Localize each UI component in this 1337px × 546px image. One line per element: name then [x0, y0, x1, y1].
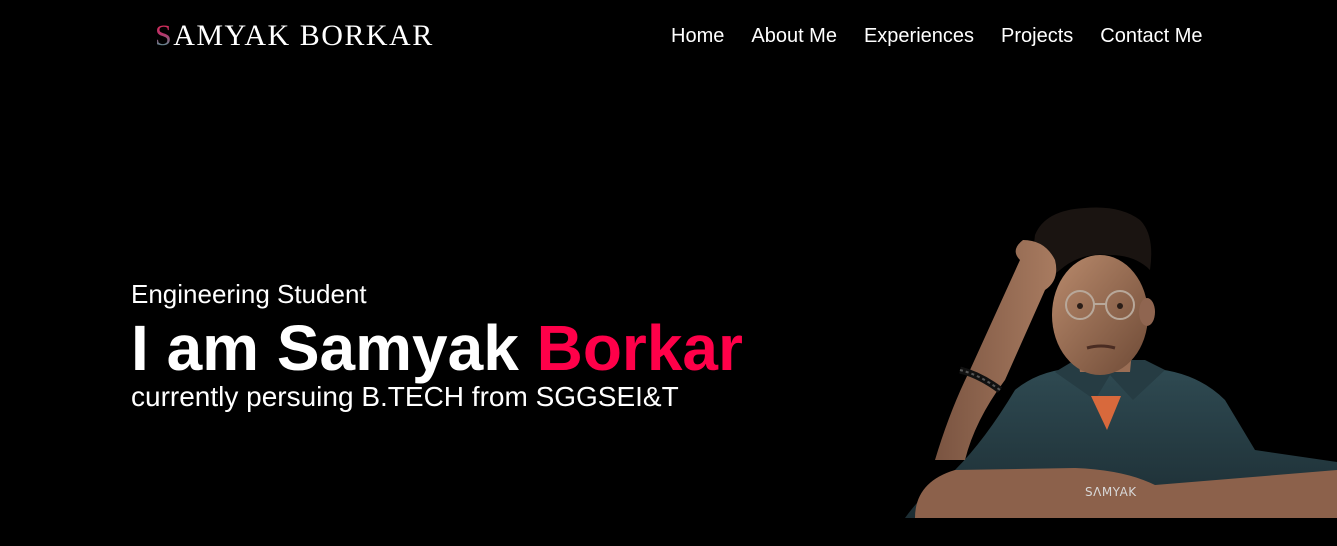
hero-section: Engineering Student I am Samyak Borkar c… [131, 278, 743, 414]
main-nav: Home About Me Experiences Projects Conta… [671, 24, 1203, 48]
photo-watermark: SΛMYAK [1085, 485, 1137, 499]
logo-initial: S [155, 19, 174, 52]
hero-description: currently persuing B.TECH from SGGSEI&T [131, 381, 679, 412]
logo-text: AMYAK BORKAR [173, 19, 434, 52]
hero-title-prefix: I am Samyak [131, 312, 537, 384]
hero-title-accent: Borkar [536, 312, 743, 384]
nav-about-link[interactable]: About Me [751, 24, 837, 48]
nav-experiences-link[interactable]: Experiences [864, 24, 974, 48]
nav-projects-link[interactable]: Projects [1001, 24, 1073, 48]
nav-contact-link[interactable]: Contact Me [1100, 24, 1202, 48]
hero-title: I am Samyak Borkar [131, 316, 743, 380]
page: SAMYAK BORKAR Home About Me Experiences … [0, 0, 1337, 546]
nav-home-link[interactable]: Home [671, 24, 724, 48]
profile-photo [905, 207, 1337, 518]
site-logo[interactable]: SAMYAK BORKAR [155, 18, 434, 54]
hero-subtitle: Engineering Student [131, 279, 367, 309]
